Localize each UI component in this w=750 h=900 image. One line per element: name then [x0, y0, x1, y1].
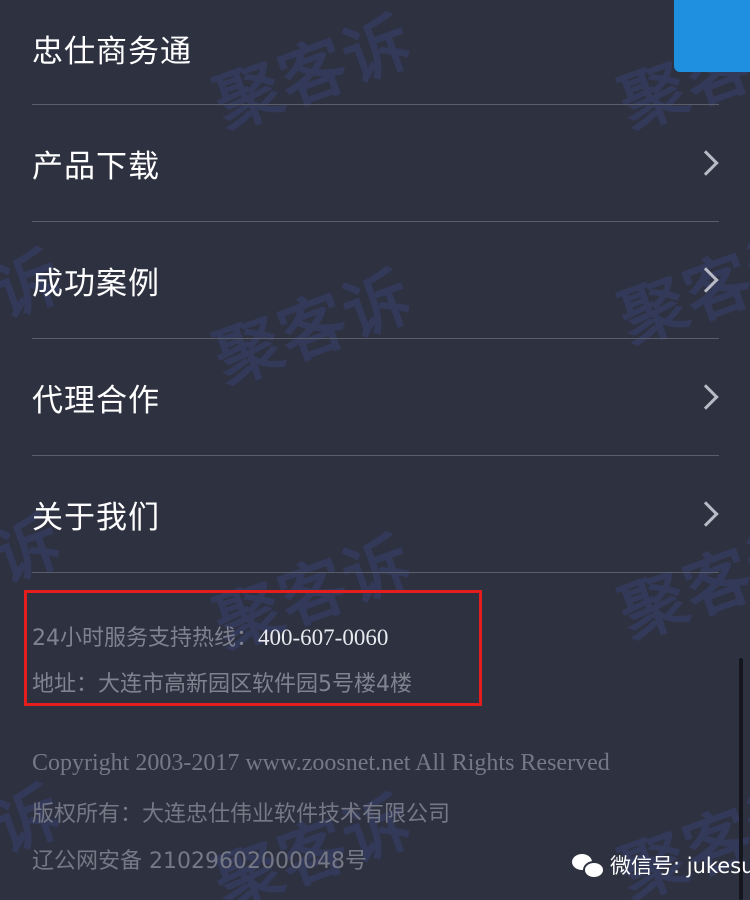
menu-item-label: 忠仕商务通 — [32, 34, 192, 70]
icp-text: 辽公网安备 21029602000048号 — [32, 849, 367, 874]
copyright-text: Copyright 2003-2017 www.zoosnet.net All … — [32, 750, 610, 776]
watermark: 聚客诉 — [0, 771, 73, 900]
address-line: 地址：大连市高新园区软件园5号楼4楼 — [32, 672, 412, 697]
menu-item-zhongshi[interactable]: 忠仕商务通 — [32, 0, 719, 105]
menu-item-about-us[interactable]: 关于我们 — [32, 456, 719, 573]
owner-text: 版权所有：大连忠仕伟业软件技术有限公司 — [32, 802, 451, 827]
chevron-right-icon — [693, 267, 719, 293]
chevron-right-icon — [693, 150, 719, 176]
wechat-id-text: 微信号: jukesu — [610, 854, 750, 878]
menu-item-label: 产品下载 — [32, 148, 160, 185]
menu-item-product-download[interactable]: 产品下载 — [32, 105, 719, 222]
wechat-badge: 微信号: jukesu — [572, 850, 750, 880]
chevron-right-icon — [693, 501, 719, 527]
menu-item-label: 关于我们 — [32, 499, 160, 536]
menu-item-label: 成功案例 — [32, 265, 160, 302]
menu-item-success-cases[interactable]: 成功案例 — [32, 222, 719, 339]
footer-menu: 忠仕商务通 产品下载 成功案例 代理合作 关于我们 — [32, 0, 719, 573]
watermark: 聚客诉 — [204, 781, 423, 900]
hotline-label: 24小时服务支持热线： — [32, 626, 258, 651]
page: 聚客诉 聚客诉 聚客诉 聚客诉 聚客诉 聚客诉 聚客诉 聚客诉 聚客诉 聚客诉 … — [0, 0, 750, 900]
top-right-tab-button[interactable] — [674, 0, 750, 72]
hotline-line: 24小时服务支持热线：400-607-0060 — [32, 620, 388, 652]
wechat-icon — [572, 853, 605, 879]
menu-item-label: 代理合作 — [32, 382, 160, 419]
hotline-number[interactable]: 400-607-0060 — [258, 625, 388, 650]
menu-item-agency[interactable]: 代理合作 — [32, 339, 719, 456]
chevron-right-icon — [693, 384, 719, 410]
